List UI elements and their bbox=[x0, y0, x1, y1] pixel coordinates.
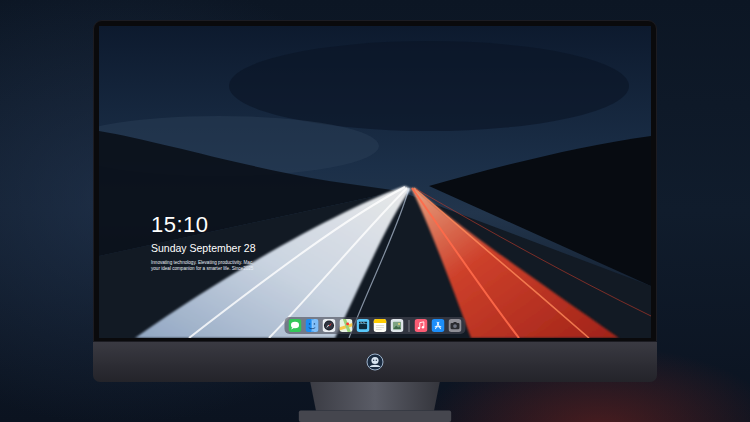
monitor-bezel: 15:10 Sunday September 28 Innovating tec… bbox=[93, 20, 657, 342]
clock-time: 15:10 bbox=[151, 212, 263, 238]
monitor: 15:10 Sunday September 28 Innovating tec… bbox=[93, 20, 657, 382]
brand-logo-icon bbox=[365, 352, 385, 372]
music-icon[interactable] bbox=[415, 319, 428, 332]
wallpaper-photo bbox=[99, 26, 651, 338]
mockup-stage: 15:10 Sunday September 28 Innovating tec… bbox=[0, 0, 750, 422]
clock-date: Sunday September 28 bbox=[151, 241, 263, 255]
notes-icon[interactable] bbox=[374, 319, 387, 332]
dock bbox=[285, 317, 466, 334]
finder-icon[interactable] bbox=[306, 319, 319, 332]
safari-icon[interactable] bbox=[323, 319, 336, 332]
messages-icon[interactable] bbox=[289, 319, 302, 332]
appstore-icon[interactable] bbox=[432, 319, 445, 332]
camera-icon[interactable] bbox=[449, 319, 462, 332]
dock-divider bbox=[409, 320, 410, 332]
monitor-stand bbox=[285, 382, 465, 422]
monitor-chin bbox=[93, 342, 657, 382]
lock-clock: 15:10 Sunday September 28 Innovating tec… bbox=[151, 212, 263, 272]
clock-tagline: Innovating technology. Elevating product… bbox=[151, 260, 263, 272]
desktop-screen: 15:10 Sunday September 28 Innovating tec… bbox=[99, 26, 651, 338]
photos-icon[interactable] bbox=[391, 319, 404, 332]
maps-icon[interactable] bbox=[340, 319, 353, 332]
clapper-icon[interactable] bbox=[357, 319, 370, 332]
